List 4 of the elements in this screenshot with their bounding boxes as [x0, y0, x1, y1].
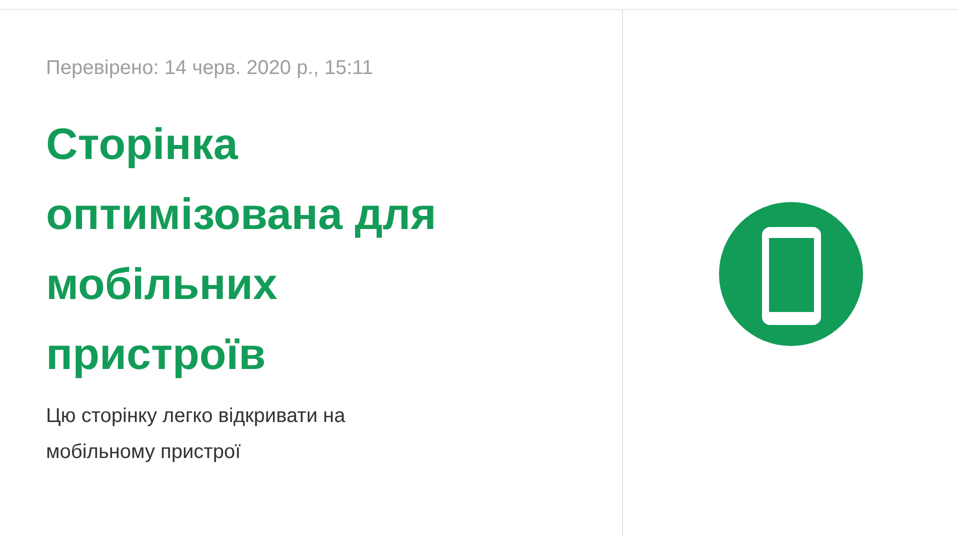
result-description: Цю сторінку легко відкривати на мобільному пристрої [46, 404, 346, 465]
mobile-phone-icon [718, 202, 862, 346]
checked-date: Перевірено: 14 черв. 2020 р., 15:11 [46, 56, 374, 80]
result-title: Сторінка оптимізована для мобільних пристроїв [46, 119, 438, 381]
